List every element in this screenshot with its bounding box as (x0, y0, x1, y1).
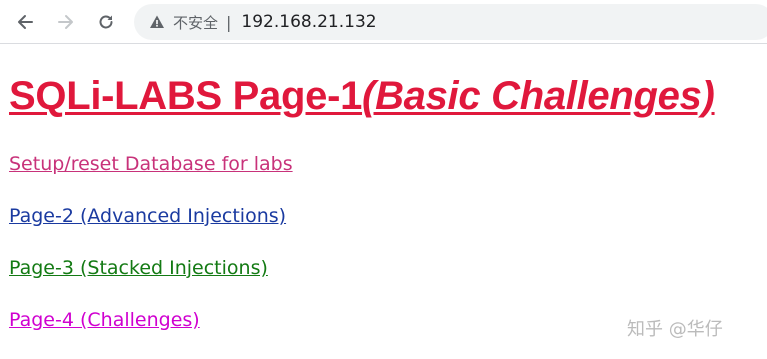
page-title[interactable]: SQLi-LABS Page-1(Basic Challenges) (9, 70, 759, 122)
security-status-label[interactable]: 不安全 (173, 12, 218, 33)
page-content: SQLi-LABS Page-1(Basic Challenges) Setup… (9, 70, 759, 331)
reload-icon (99, 15, 113, 29)
arrow-left-icon (18, 15, 33, 29)
setup-database-link[interactable]: Setup/reset Database for labs (9, 153, 293, 175)
page-3-link[interactable]: Page-3 (Stacked Injections) (9, 257, 268, 279)
url-text[interactable]: 192.168.21.132 (241, 12, 376, 32)
back-button[interactable] (11, 8, 39, 36)
address-bar[interactable]: 不安全 | 192.168.21.132 (134, 4, 767, 40)
reload-button[interactable] (92, 8, 120, 36)
page-title-main: SQLi-LABS Page-1 (9, 74, 363, 118)
arrow-right-icon (58, 15, 73, 29)
page-4-link[interactable]: Page-4 (Challenges) (9, 309, 200, 331)
warning-triangle-icon[interactable] (149, 14, 165, 30)
watermark: 知乎 @华仔 (627, 319, 723, 340)
page-title-sub: (Basic Challenges) (362, 74, 715, 118)
forward-button[interactable] (52, 8, 80, 36)
page-2-link[interactable]: Page-2 (Advanced Injections) (9, 205, 286, 227)
address-separator: | (226, 12, 232, 32)
browser-toolbar: 不安全 | 192.168.21.132 (0, 0, 767, 44)
